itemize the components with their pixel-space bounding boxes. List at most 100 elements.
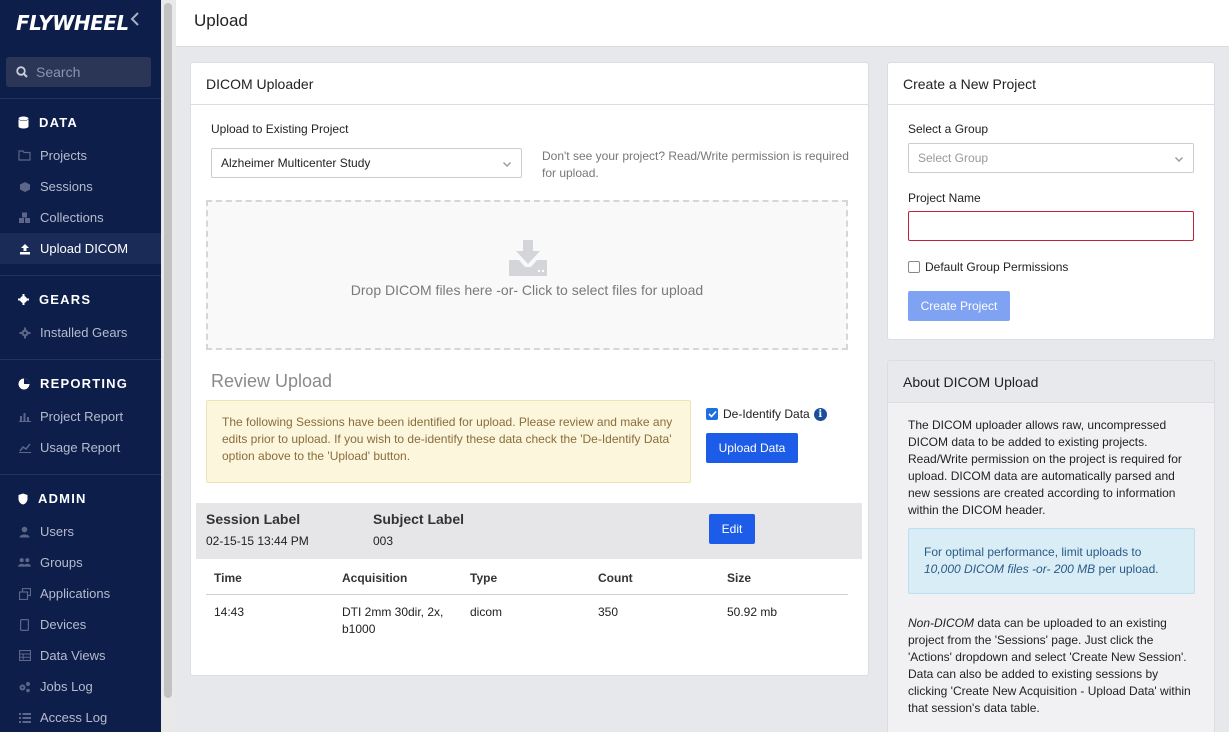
section-reporting-title: REPORTING xyxy=(18,376,128,391)
table-icon xyxy=(18,649,31,662)
folder-icon xyxy=(18,149,31,162)
cell-size: 50.92 mb xyxy=(727,605,778,619)
upload-data-button[interactable]: Upload Data xyxy=(706,433,798,463)
database-icon xyxy=(18,116,29,129)
upload-icon xyxy=(18,242,31,255)
cell-acquisition: DTI 2mm 30dir, 2x, b1000 xyxy=(342,605,444,636)
divider xyxy=(0,474,161,475)
sidebar-item-project-report[interactable]: Project Report xyxy=(0,401,161,432)
cubes-icon xyxy=(18,211,31,224)
cell-type: dicom xyxy=(470,605,503,619)
project-select-label: Upload to Existing Project xyxy=(211,122,349,136)
divider xyxy=(0,359,161,360)
column-header-size: Size xyxy=(727,571,752,585)
cube-icon xyxy=(18,180,31,193)
deidentify-checkbox-row[interactable]: De-Identify Data i xyxy=(706,407,827,421)
info-prefix: For optimal performance, limit uploads t… xyxy=(924,545,1142,559)
info-icon[interactable]: i xyxy=(813,407,827,421)
sidebar: FLYWHEEL Search DATA Projects Sessions C… xyxy=(0,0,161,732)
review-upload-title: Review Upload xyxy=(211,371,333,391)
table-divider xyxy=(206,594,848,595)
project-permission-hint: Don't see your project? Read/Write permi… xyxy=(542,149,849,180)
sidebar-item-groups[interactable]: Groups xyxy=(0,547,161,578)
group-select[interactable]: Select Group xyxy=(908,143,1194,173)
dicom-uploader-panel: DICOM Uploader Upload to Existing Projec… xyxy=(190,62,869,676)
sidebar-item-upload-dicom[interactable]: Upload DICOM xyxy=(0,233,161,264)
sidebar-scrollbar-thumb[interactable] xyxy=(164,3,172,698)
sidebar-item-jobs-log[interactable]: Jobs Log xyxy=(0,671,161,702)
non-dicom-text: data can be uploaded to an existing proj… xyxy=(908,616,1191,715)
about-dicom-panel: About DICOM Upload The DICOM uploader al… xyxy=(887,360,1215,732)
sidebar-item-projects[interactable]: Projects xyxy=(0,140,161,171)
shield-icon xyxy=(18,493,28,504)
sidebar-item-sessions[interactable]: Sessions xyxy=(0,171,161,202)
default-permissions-row[interactable]: Default Group Permissions xyxy=(908,260,1068,274)
chevron-down-icon xyxy=(1174,153,1184,167)
collapse-sidebar-icon[interactable] xyxy=(130,12,140,31)
sidebar-item-access-log[interactable]: Access Log xyxy=(0,702,161,732)
chevron-down-icon xyxy=(502,158,512,172)
sidebar-item-devices[interactable]: Devices xyxy=(0,609,161,640)
group-select-label: Select a Group xyxy=(908,122,989,136)
session-label-value: 02-15-15 13:44 PM xyxy=(206,534,309,548)
user-icon xyxy=(18,525,31,538)
create-project-button[interactable]: Create Project xyxy=(908,291,1010,321)
section-admin-title: ADMIN xyxy=(18,491,87,506)
deidentify-checkbox[interactable] xyxy=(706,408,718,420)
deidentify-label: De-Identify Data xyxy=(723,407,810,421)
default-permissions-label: Default Group Permissions xyxy=(925,260,1069,274)
flywheel-logo[interactable]: FLYWHEEL xyxy=(16,11,129,35)
section-data-title: DATA xyxy=(18,115,78,130)
search-placeholder: Search xyxy=(36,64,81,80)
page-title: Upload xyxy=(194,11,248,30)
panel-title: Create a New Project xyxy=(888,63,1214,105)
search-icon xyxy=(16,66,28,78)
column-header-type: Type xyxy=(470,571,498,585)
divider xyxy=(0,98,161,99)
column-header-time: Time xyxy=(214,571,242,585)
create-project-panel: Create a New Project Select a Group Sele… xyxy=(887,62,1215,340)
dropzone-text: Drop DICOM files here -or- Click to sele… xyxy=(350,282,704,298)
project-name-input[interactable] xyxy=(908,211,1194,241)
session-label-header: Session Label xyxy=(206,511,301,527)
session-summary: Session Label 02-15-15 13:44 PM Subject … xyxy=(196,503,862,559)
download-tray-icon xyxy=(508,240,548,279)
page-header: Upload xyxy=(176,0,1229,47)
subject-label-value: 003 xyxy=(373,534,394,548)
list-icon xyxy=(18,711,31,724)
line-chart-icon xyxy=(18,441,31,454)
group-select-placeholder: Select Group xyxy=(918,151,989,165)
cell-time: 14:43 xyxy=(214,605,245,619)
sidebar-item-data-views[interactable]: Data Views xyxy=(0,640,161,671)
tablet-icon xyxy=(18,618,31,631)
search-input[interactable]: Search xyxy=(6,57,151,87)
project-select[interactable]: Alzheimer Multicenter Study xyxy=(211,148,522,178)
project-select-value: Alzheimer Multicenter Study xyxy=(221,156,371,170)
section-gears-title: GEARS xyxy=(18,292,91,307)
sidebar-item-collections[interactable]: Collections xyxy=(0,202,161,233)
project-name-label: Project Name xyxy=(908,191,981,205)
about-description: The DICOM uploader allows raw, uncompres… xyxy=(908,418,1182,517)
default-permissions-checkbox[interactable] xyxy=(908,261,920,273)
sidebar-item-installed-gears[interactable]: Installed Gears xyxy=(0,317,161,348)
sidebar-item-usage-report[interactable]: Usage Report xyxy=(0,432,161,463)
non-dicom-emphasis: Non-DICOM xyxy=(908,616,975,630)
subject-label-header: Subject Label xyxy=(373,511,465,527)
edit-session-button[interactable]: Edit xyxy=(709,514,755,544)
cogs-icon xyxy=(18,680,31,693)
pie-chart-icon xyxy=(18,378,30,389)
sidebar-item-users[interactable]: Users xyxy=(0,516,161,547)
bar-chart-icon xyxy=(18,410,31,423)
window-restore-icon xyxy=(18,587,31,600)
info-emphasis: 10,000 DICOM files -or- 200 MB xyxy=(924,562,1096,576)
cell-count: 350 xyxy=(598,605,619,619)
dicom-dropzone[interactable]: Drop DICOM files here -or- Click to sele… xyxy=(206,200,848,350)
performance-info-box: For optimal performance, limit uploads t… xyxy=(908,528,1195,594)
info-suffix: per upload. xyxy=(1098,562,1159,576)
divider xyxy=(0,275,161,276)
column-header-acquisition: Acquisition xyxy=(342,571,408,585)
panel-title: About DICOM Upload xyxy=(888,361,1214,403)
panel-title: DICOM Uploader xyxy=(191,63,868,105)
users-icon xyxy=(18,556,31,569)
sidebar-item-applications[interactable]: Applications xyxy=(0,578,161,609)
